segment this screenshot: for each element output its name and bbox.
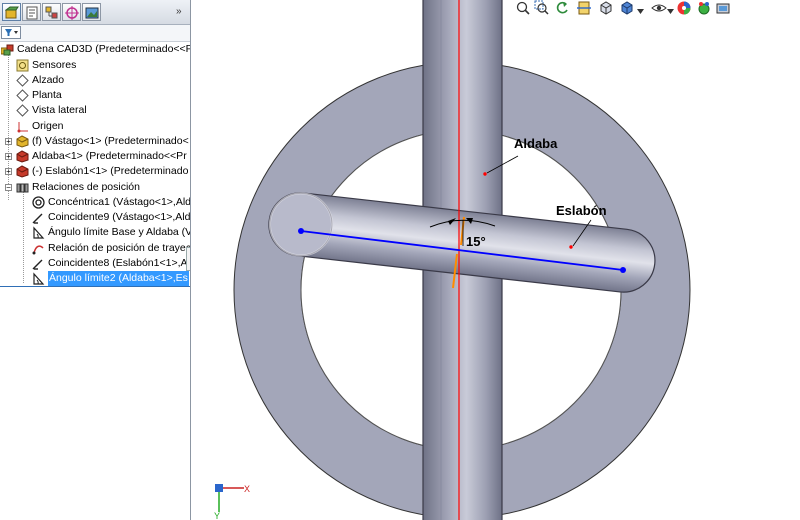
model-view: 15° Aldaba Eslabón X Y: [214, 0, 691, 520]
tree-item-label: Alzado: [32, 74, 65, 86]
svg-text:Y: Y: [214, 511, 220, 520]
configuration-manager-tab[interactable]: [42, 3, 61, 21]
edit-appearance-icon[interactable]: [676, 0, 692, 16]
svg-text:X: X: [244, 484, 250, 494]
mates-folder-icon: [16, 183, 29, 193]
tree-item-label: (-) Eslabón1<1> (Predeterminado: [32, 165, 189, 177]
mate-label: Coincidente9 (Vástago<1>,Ald: [48, 211, 191, 223]
view-settings-icon[interactable]: [715, 0, 731, 16]
mate-label: Coincidente8 (Eslabón1<1>,A: [48, 257, 188, 269]
expand-toggle[interactable]: +: [5, 168, 12, 176]
eslabon-label[interactable]: Eslabón: [556, 203, 607, 218]
view-orientation-icon[interactable]: [598, 0, 614, 16]
filter-icon: [5, 29, 18, 36]
feature-manager-tab[interactable]: [2, 3, 21, 21]
feature-tree-icon: [5, 6, 19, 19]
concentric-mate-icon: [32, 196, 45, 209]
tree-item-label: Aldaba<1> (Predeterminado<<Pr: [32, 150, 187, 162]
mate-label: Concéntrica1 (Vástago<1>,Ald: [48, 196, 191, 208]
limit-angle-mate-icon: [33, 272, 45, 285]
previous-view-icon[interactable]: [554, 0, 570, 16]
display-icon: [85, 7, 99, 19]
tree-item-label: (f) Vástago<1> (Predeterminado<: [32, 135, 189, 147]
mate-label: Ángulo límite2 (Aldaba<1>,Es: [48, 271, 189, 286]
section-view-icon[interactable]: [576, 0, 592, 16]
aldaba-label[interactable]: Aldaba: [514, 136, 558, 151]
dimxpert-manager-tab[interactable]: [62, 3, 81, 21]
tree-item-label: Vista lateral: [32, 104, 87, 116]
property-manager-tab[interactable]: [22, 3, 41, 21]
dimxpert-icon: [65, 6, 79, 20]
expand-toggle[interactable]: +: [5, 138, 12, 146]
panel-more-arrow[interactable]: »: [176, 6, 182, 17]
collapse-toggle[interactable]: −: [5, 184, 12, 192]
configuration-icon: [45, 6, 58, 19]
path-mate-icon: [32, 245, 44, 255]
part-icon: [16, 135, 29, 148]
tree-item-label: Relaciones de posición: [32, 181, 140, 193]
part-icon: [16, 150, 29, 163]
assembly-icon: [1, 44, 14, 56]
coincident-mate-icon: [32, 259, 43, 270]
plane-icon: [16, 104, 29, 117]
feature-manager-panel: » Cadena CAD3D (Predeterminado<<P Sensor…: [0, 0, 191, 520]
tree-item-label: Planta: [32, 89, 62, 101]
tree-item-label: Sensores: [32, 59, 77, 71]
filter-row: [0, 25, 190, 42]
zoom-to-area-icon[interactable]: [534, 0, 550, 16]
limit-angle-mate-icon: [33, 226, 45, 239]
tree-item-label: Origen: [32, 120, 64, 132]
expand-toggle[interactable]: +: [5, 153, 12, 161]
dropdown-arrow-icon[interactable]: [667, 9, 674, 14]
plane-icon: [16, 89, 29, 102]
display-style-icon[interactable]: [619, 0, 635, 16]
reference-triad: X Y: [214, 484, 250, 520]
panel-tabs: »: [0, 0, 190, 25]
mate-label: Relación de posición de trayec: [48, 242, 191, 254]
apply-scene-icon[interactable]: [696, 0, 712, 16]
display-manager-tab[interactable]: [82, 3, 101, 21]
zoom-to-fit-icon[interactable]: [515, 0, 531, 16]
filter-button[interactable]: [1, 26, 21, 39]
hide-show-items-icon[interactable]: [651, 0, 667, 16]
tree-root-label: Cadena CAD3D (Predeterminado<<P: [17, 43, 191, 55]
property-icon: [26, 6, 38, 20]
rollback-bar[interactable]: [0, 286, 190, 287]
graphics-area[interactable]: 15° Aldaba Eslabón X Y: [191, 0, 800, 520]
dropdown-arrow-icon[interactable]: [637, 9, 644, 14]
angle-value-label[interactable]: 15°: [466, 234, 486, 249]
tree-root[interactable]: Cadena CAD3D (Predeterminado<<P: [1, 42, 190, 57]
sensor-icon: [16, 59, 29, 72]
sketch-endpoint: [620, 267, 626, 273]
coincident-mate-icon: [32, 213, 43, 224]
origin-icon: [17, 122, 28, 133]
part-icon: [16, 165, 29, 178]
mate-label: Ángulo límite Base y Aldaba (V: [48, 226, 191, 238]
sketch-endpoint: [298, 228, 304, 234]
plane-icon: [16, 74, 29, 87]
